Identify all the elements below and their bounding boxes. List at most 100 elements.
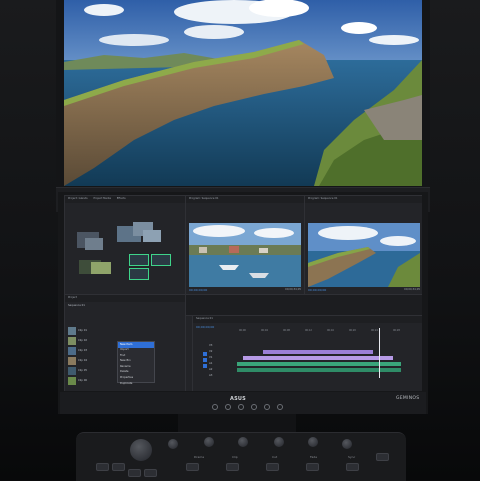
control-console: Drama Clip Cut Fade Sync <box>76 432 406 481</box>
key-label: Sync <box>348 455 356 459</box>
bin-row-thumbnail <box>68 327 76 335</box>
bin-row-thumbnail <box>68 377 76 385</box>
video-clip[interactable] <box>263 350 373 354</box>
menu-item-duplicate[interactable]: Duplicate <box>118 381 154 387</box>
console-key[interactable] <box>128 469 141 477</box>
rotary-knob[interactable] <box>274 437 284 447</box>
rotary-knob[interactable] <box>342 439 352 449</box>
model-name: GEMINOS <box>396 396 420 401</box>
track-label[interactable]: V1 <box>209 356 212 359</box>
bin-tabs: Project <box>65 295 185 302</box>
timeline-tabs: Sequence 01 <box>193 316 422 323</box>
tab-project-media[interactable]: Project Media <box>93 197 111 200</box>
monitor-button[interactable] <box>264 404 270 410</box>
bin-row-thumbnail <box>68 357 76 365</box>
program-monitor-tabs: Program: Sequence 01 <box>305 196 422 203</box>
source-end-timecode: 00;00;34;05 <box>285 288 301 291</box>
cliff-frame <box>308 223 420 287</box>
rotary-knob[interactable] <box>238 437 248 447</box>
audio-clip[interactable] <box>237 362 401 366</box>
video-clip[interactable] <box>243 356 393 360</box>
console-key[interactable] <box>346 463 359 471</box>
console-key[interactable] <box>226 463 239 471</box>
video-editor-screen: Project: Islands Project Media Effects P… <box>64 195 422 391</box>
monitor-button[interactable] <box>225 404 231 410</box>
ruler-tick: 00;04 <box>261 329 268 332</box>
tab-effects[interactable]: Effects <box>117 197 126 200</box>
track-label[interactable]: A2 <box>209 368 212 371</box>
console-key[interactable] <box>186 463 199 471</box>
tab-project[interactable]: Project: Islands <box>68 197 88 200</box>
console-key[interactable] <box>266 463 279 471</box>
ruler-tick: 00;20 <box>349 329 356 332</box>
timeline-panel: Sequence 01 00;00;00;00 00;00 00;04 00;0… <box>192 315 422 391</box>
track-target-toggle[interactable] <box>203 352 207 356</box>
media-thumbnail[interactable] <box>85 238 103 250</box>
rotary-knob[interactable] <box>204 437 214 447</box>
source-monitor-panel: Program: Sequence 01 00;00;00;00 00;00;3… <box>185 195 305 295</box>
rotary-knob[interactable] <box>308 437 318 447</box>
effect-thumbnail[interactable] <box>129 254 149 266</box>
track-label[interactable]: V2 <box>209 350 212 353</box>
key-label: Cut <box>272 455 278 459</box>
program-end-timecode: 00;00;34;05 <box>404 288 420 291</box>
timeline-timecode: 00;00;00;00 <box>196 325 215 329</box>
console-key[interactable] <box>144 469 157 477</box>
ruler-tick: 00;16 <box>327 329 334 332</box>
jog-dial[interactable] <box>130 439 152 461</box>
list-item[interactable]: Clip 02 <box>78 339 87 342</box>
media-thumbnail[interactable] <box>143 230 161 242</box>
ruler-tick: 00;28 <box>393 329 400 332</box>
key-label: Clip <box>232 455 238 459</box>
console-key[interactable] <box>376 453 389 461</box>
track-label[interactable]: A3 <box>209 374 212 377</box>
audio-clip[interactable] <box>237 368 401 372</box>
list-item[interactable]: Clip 03 <box>78 349 87 352</box>
console-key[interactable] <box>306 463 319 471</box>
track-label[interactable]: V3 <box>209 344 212 347</box>
ruler-tick: 00;00 <box>239 329 246 332</box>
monitor-button[interactable] <box>251 404 257 410</box>
project-panel: Project: Islands Project Media Effects <box>64 195 186 295</box>
console-key[interactable] <box>112 463 125 471</box>
effect-thumbnail[interactable] <box>151 254 171 266</box>
timeline-ruler[interactable]: 00;00 00;04 00;08 00;12 00;16 00;20 00;2… <box>235 329 421 333</box>
timeline-sequence-tab[interactable]: Sequence 01 <box>196 317 213 320</box>
list-item[interactable]: Clip 04 <box>78 359 87 362</box>
monitor-button[interactable] <box>238 404 244 410</box>
ruler-tick: 00;24 <box>371 329 378 332</box>
track-label[interactable]: A1 <box>209 362 212 365</box>
project-bin-label: Project <box>68 296 77 299</box>
program-monitor-panel: Program: Sequence 01 00;00;00;00 00;00;3… <box>304 195 422 295</box>
program-video-frame[interactable] <box>308 223 420 287</box>
list-item[interactable]: Clip 05 <box>78 369 87 372</box>
monitor-button[interactable] <box>277 404 283 410</box>
media-thumbnail[interactable] <box>91 262 111 274</box>
project-panel-tabs: Project: Islands Project Media Effects <box>65 196 185 203</box>
track-target-toggle[interactable] <box>203 358 207 362</box>
key-label: Fade <box>310 455 318 459</box>
source-video-frame[interactable] <box>189 223 301 287</box>
source-timecode: 00;00;00;00 <box>189 288 208 292</box>
list-item[interactable]: Clip 01 <box>78 329 87 332</box>
project-bin-panel: Project Sequence 01 Clip 01 Clip 02 Clip… <box>64 294 186 391</box>
bin-row-thumbnail <box>68 347 76 355</box>
list-item[interactable]: Clip 06 <box>78 379 87 382</box>
harbor-frame <box>189 223 301 287</box>
monitor-button[interactable] <box>212 404 218 410</box>
effect-thumbnail[interactable] <box>129 268 149 280</box>
brand-logo: ASUS <box>230 396 246 402</box>
program-timecode: 00;00;00;00 <box>308 288 327 292</box>
playhead[interactable] <box>379 328 380 378</box>
rotary-knob[interactable] <box>168 439 178 449</box>
monitor-stand <box>178 414 296 432</box>
monitor-buttons <box>212 404 283 410</box>
program-monitor-label: Program: Sequence 01 <box>308 197 338 200</box>
bin-row-thumbnail <box>68 337 76 345</box>
track-target-toggle[interactable] <box>203 364 207 368</box>
top-screen-landscape-image <box>64 0 422 186</box>
bin-name: Sequence 01 <box>68 304 85 307</box>
source-monitor-label: Program: Sequence 01 <box>189 197 219 200</box>
console-key[interactable] <box>96 463 109 471</box>
ruler-tick: 00;12 <box>305 329 312 332</box>
